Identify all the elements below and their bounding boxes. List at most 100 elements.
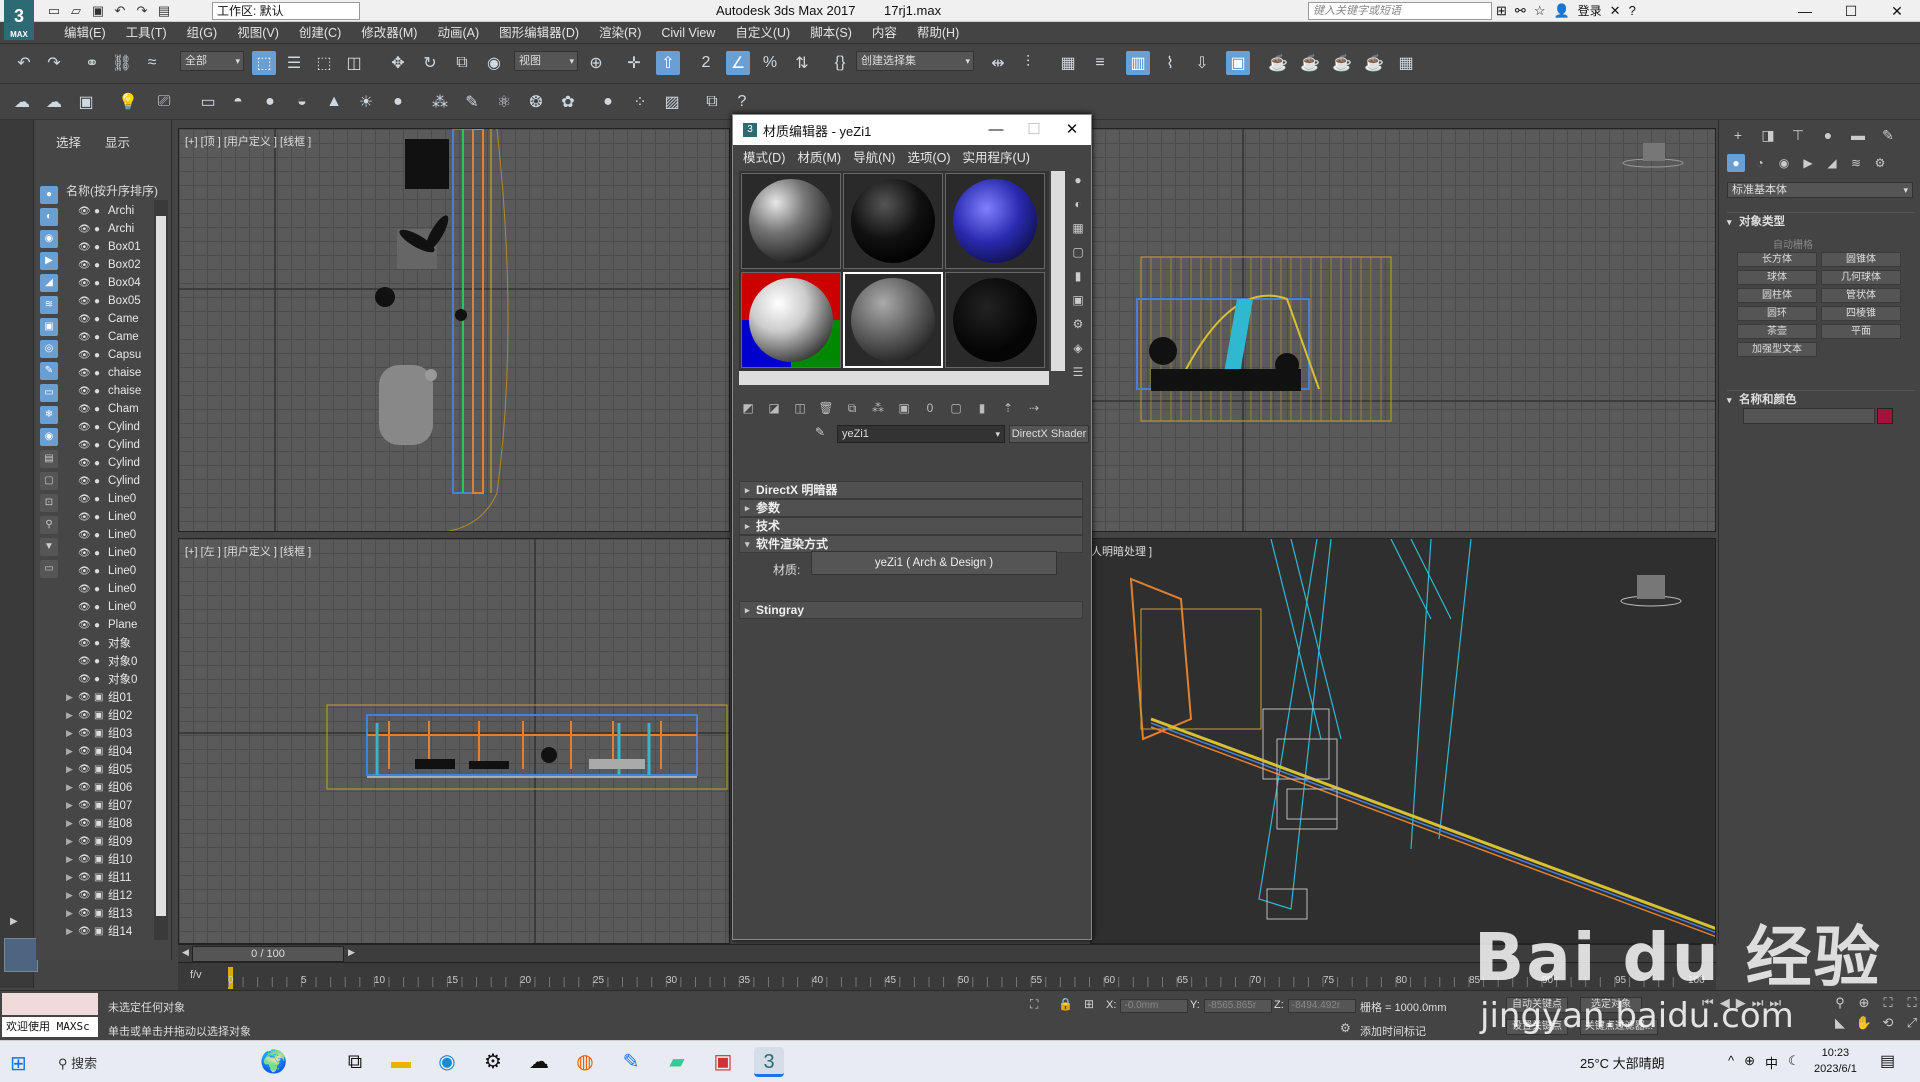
percent-snap-icon[interactable]: % bbox=[758, 51, 782, 75]
visibility-eye-icon[interactable]: 👁 bbox=[78, 296, 94, 307]
expand-arrow-icon[interactable]: ▶ bbox=[66, 710, 78, 721]
project-icon[interactable]: ▤ bbox=[156, 3, 172, 19]
assign-to-selection-icon[interactable]: ◫ bbox=[791, 399, 809, 417]
user-icon[interactable]: 👤 bbox=[1553, 3, 1569, 19]
taskbar-search[interactable]: ⚲ 搜索 bbox=[58, 1053, 97, 1072]
object-color-swatch[interactable] bbox=[1877, 408, 1893, 424]
cone-button[interactable]: 圆锥体 bbox=[1821, 252, 1901, 267]
menu-group[interactable]: 组(G) bbox=[177, 22, 228, 44]
visibility-eye-icon[interactable]: 👁 bbox=[78, 422, 94, 433]
slot-scrollbar[interactable] bbox=[1051, 171, 1065, 371]
scale-icon[interactable]: ⧉ bbox=[450, 51, 474, 75]
app-icon[interactable]: ☁ bbox=[524, 1047, 554, 1077]
go-forward-sibling-icon[interactable]: ⇢ bbox=[1025, 399, 1043, 417]
visibility-eye-icon[interactable]: 👁 bbox=[78, 314, 94, 325]
vray-sphere-icon[interactable]: ● bbox=[258, 90, 282, 114]
helpers-icon[interactable]: ◢ bbox=[1823, 154, 1841, 172]
menu-modifiers[interactable]: 修改器(M) bbox=[351, 22, 427, 44]
menu-rendering[interactable]: 渲染(R) bbox=[589, 22, 651, 44]
filter-xrefs-icon[interactable]: ◎ bbox=[40, 340, 58, 358]
auto-grid-checkbox[interactable]: 自动栅格 bbox=[1773, 236, 1813, 251]
filter-helpers-icon[interactable]: ◢ bbox=[40, 274, 58, 292]
selection-filter-dropdown[interactable]: 全部 bbox=[180, 51, 244, 71]
material-name-field[interactable]: yeZi1 bbox=[837, 425, 1005, 443]
vray-cloud-icon[interactable]: ☁ bbox=[42, 90, 66, 114]
filter-spacewarps-icon[interactable]: ≋ bbox=[40, 296, 58, 314]
app-icon[interactable]: ⚙ bbox=[478, 1047, 508, 1077]
filter-lights-icon[interactable]: ◉ bbox=[40, 230, 58, 248]
geometry-icon[interactable]: ● bbox=[1727, 154, 1745, 172]
me-menu-modes[interactable]: 模式(D) bbox=[737, 147, 791, 166]
next-frame-icon[interactable]: ▶ bbox=[348, 947, 355, 958]
reset-map-icon[interactable]: 🗑 bbox=[817, 399, 835, 417]
visibility-eye-icon[interactable]: 👁 bbox=[78, 584, 94, 595]
workspace-dropdown[interactable]: 工作区: 默认 bbox=[212, 2, 360, 20]
vray-vfb-icon[interactable]: ⧉ bbox=[700, 90, 724, 114]
maximize-viewport-icon[interactable]: ⤢ bbox=[1902, 1015, 1920, 1031]
reference-coord-dropdown[interactable]: 视图 bbox=[514, 51, 578, 71]
new-file-icon[interactable]: ▭ bbox=[46, 3, 62, 19]
undo-icon[interactable]: ↶ bbox=[12, 51, 36, 75]
visibility-eye-icon[interactable]: 👁 bbox=[78, 854, 94, 865]
render-frame-icon[interactable]: ☕ bbox=[1266, 51, 1290, 75]
box-button[interactable]: 长方体 bbox=[1737, 252, 1817, 267]
menu-graph-editors[interactable]: 图形编辑器(D) bbox=[489, 22, 589, 44]
make-preview-icon[interactable]: ▣ bbox=[1069, 291, 1087, 309]
visibility-eye-icon[interactable]: 👁 bbox=[78, 224, 94, 235]
vray-camera-icon[interactable]: ⎚ bbox=[152, 90, 176, 114]
vray-dome-icon[interactable]: ◓ bbox=[226, 90, 250, 114]
time-slider-thumb[interactable]: 0 / 100 bbox=[192, 946, 344, 962]
vray-converter-icon[interactable]: ▨ bbox=[660, 90, 684, 114]
filter-geometry-icon[interactable]: ● bbox=[40, 186, 58, 204]
material-id-icon[interactable]: 0 bbox=[921, 399, 939, 417]
save-icon[interactable]: ▣ bbox=[90, 3, 106, 19]
help-icon[interactable]: ? bbox=[1629, 3, 1636, 18]
zoom-extents-all-icon[interactable]: ⛶ bbox=[1902, 995, 1920, 1011]
render-online-icon[interactable]: ▦ bbox=[1394, 51, 1418, 75]
software-material-button[interactable]: yeZi1 ( Arch & Design ) bbox=[811, 551, 1057, 575]
visibility-eye-icon[interactable]: 👁 bbox=[78, 602, 94, 613]
menu-tools[interactable]: 工具(T) bbox=[116, 22, 177, 44]
expand-arrow-icon[interactable]: ▶ bbox=[66, 818, 78, 829]
minimize-icon[interactable]: — bbox=[1782, 0, 1828, 22]
vray-clipper-icon[interactable]: ✿ bbox=[556, 90, 580, 114]
move-icon[interactable]: ✥ bbox=[386, 51, 410, 75]
geosphere-button[interactable]: 几何球体 bbox=[1821, 270, 1901, 285]
rotate-icon[interactable]: ↻ bbox=[418, 51, 442, 75]
angle-snap-icon[interactable]: ∠ bbox=[726, 51, 750, 75]
vray-help-icon[interactable]: ? bbox=[730, 90, 754, 114]
primitive-category-dropdown[interactable]: 标准基本体 bbox=[1727, 182, 1913, 198]
vray-light-lister-icon[interactable]: 💡 bbox=[116, 90, 140, 114]
edit-named-sets-icon[interactable]: {} bbox=[828, 51, 852, 75]
close-icon[interactable]: ✕ bbox=[1053, 115, 1091, 145]
vray-fur-icon[interactable]: ✎ bbox=[460, 90, 484, 114]
backlight-icon[interactable]: ◐ bbox=[1069, 195, 1087, 213]
go-to-parent-icon[interactable]: ⇡ bbox=[999, 399, 1017, 417]
sphere-button[interactable]: 球体 bbox=[1737, 270, 1817, 285]
me-menu-utilities[interactable]: 实用程序(U) bbox=[957, 147, 1036, 166]
material-editor-titlebar[interactable]: 3 材质编辑器 - yeZi1 — ☐ ✕ bbox=[733, 115, 1091, 145]
taskbar-clock[interactable]: 10:23 2023/6/1 bbox=[1814, 1045, 1857, 1077]
cylinder-button[interactable]: 圆柱体 bbox=[1737, 288, 1817, 303]
visibility-eye-icon[interactable]: 👁 bbox=[78, 926, 94, 937]
expand-arrow-icon[interactable]: ▶ bbox=[66, 908, 78, 919]
create-tab-icon[interactable]: + bbox=[1729, 126, 1747, 144]
visibility-eye-icon[interactable]: 👁 bbox=[78, 260, 94, 271]
maxscript-mini-listener[interactable]: 欢迎使用 MAXSc bbox=[2, 1017, 98, 1037]
expand-arrow-icon[interactable]: ▶ bbox=[66, 800, 78, 811]
tab-display[interactable]: 显示 bbox=[105, 132, 130, 151]
shapes-icon[interactable]: ◔ bbox=[1751, 154, 1769, 172]
copy-material-icon[interactable]: ⧉ bbox=[843, 399, 861, 417]
render-activeshade-icon[interactable]: ☕ bbox=[1362, 51, 1386, 75]
viewport-label-top[interactable]: [+] [顶 ] [用户定义 ] [线框 ] bbox=[185, 133, 311, 149]
find-icon[interactable]: ⚲ bbox=[40, 516, 58, 534]
task-view-icon[interactable]: ⧉ bbox=[340, 1047, 370, 1077]
modify-tab-icon[interactable]: ◨ bbox=[1759, 126, 1777, 144]
visibility-eye-icon[interactable]: 👁 bbox=[78, 800, 94, 811]
visibility-eye-icon[interactable]: 👁 bbox=[78, 350, 94, 361]
schematic-view-icon[interactable]: ⌇ bbox=[1158, 51, 1182, 75]
named-selection-dropdown[interactable]: 创建选择集 bbox=[856, 51, 974, 71]
filter-frozen-icon[interactable]: ❄ bbox=[40, 406, 58, 424]
vray-icon[interactable]: ☁ bbox=[10, 90, 34, 114]
login-button[interactable]: 登录 bbox=[1578, 2, 1602, 19]
